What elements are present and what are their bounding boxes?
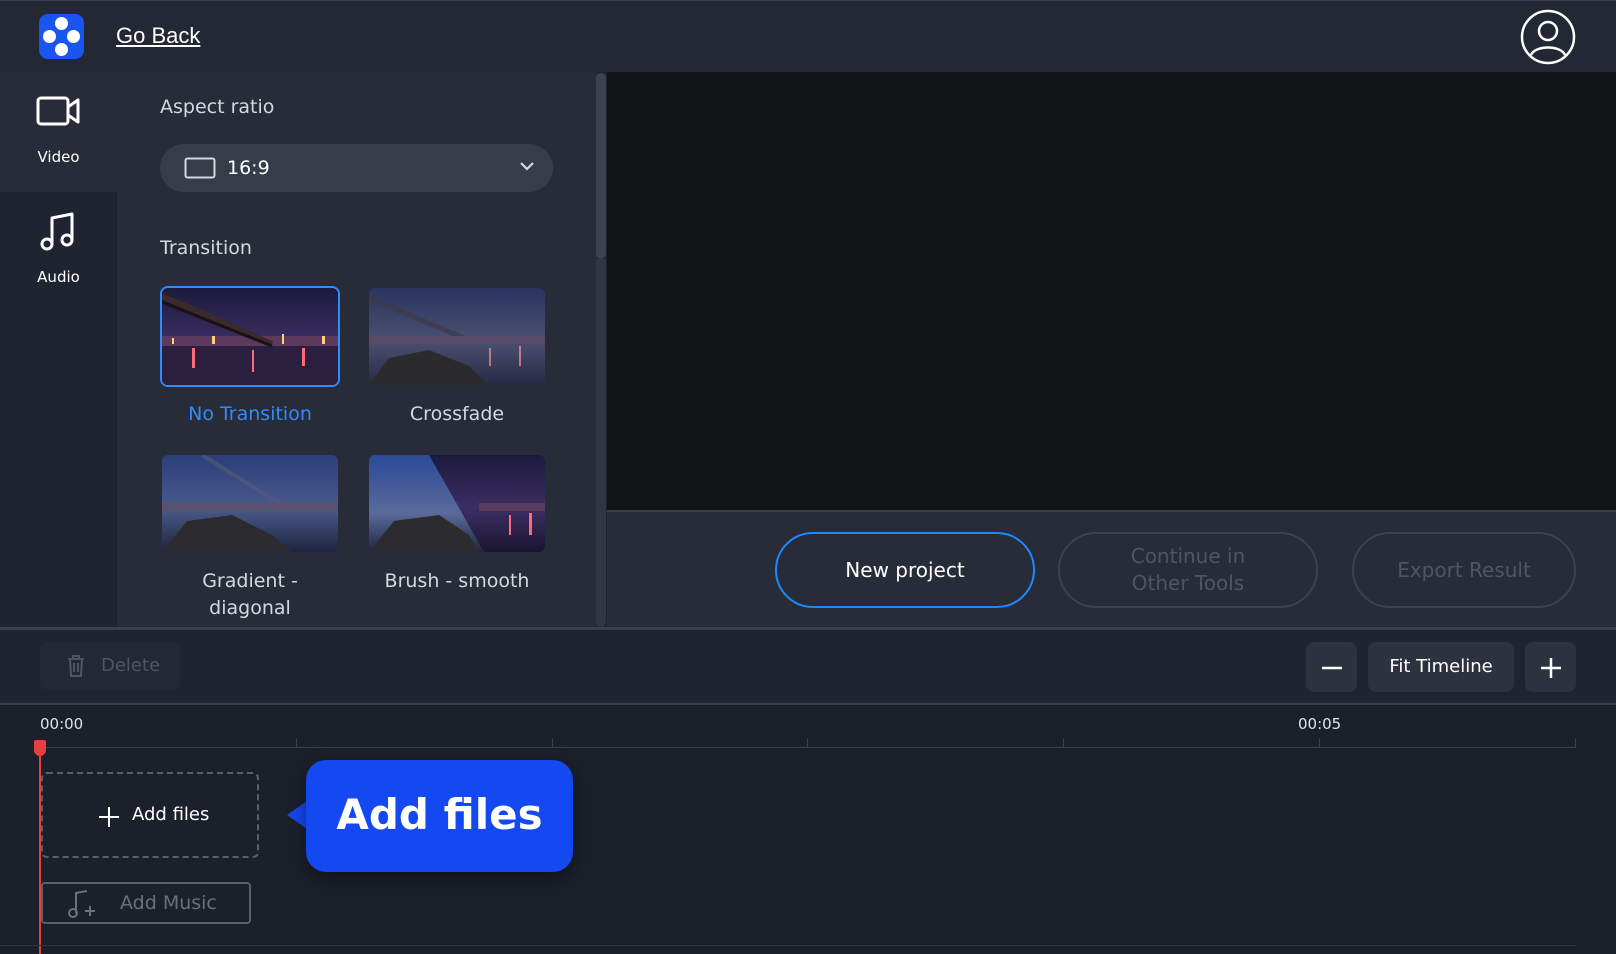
delete-button[interactable]: Delete <box>40 642 180 690</box>
ruler-tick <box>1319 738 1320 747</box>
time-label-start: 00:00 <box>40 715 84 733</box>
aspect-ratio-value: 16:9 <box>227 157 270 179</box>
add-files-tooltip: Add files <box>306 760 573 872</box>
timeline-ruler <box>40 747 1576 748</box>
ruler-tick <box>807 738 808 747</box>
panel-scrollbar-thumb[interactable] <box>596 73 606 259</box>
settings-panel: Aspect ratio 16:9 Transition No Transiti… <box>117 72 597 627</box>
chevron-down-icon <box>520 162 534 171</box>
add-files-label: Add files <box>132 804 210 825</box>
rail-item-audio[interactable]: Audio <box>0 192 117 312</box>
fit-timeline-label: Fit Timeline <box>1389 656 1493 677</box>
logo-dot <box>55 43 68 56</box>
logo-dot <box>55 17 68 30</box>
continue-other-tools-label: Continue in Other Tools <box>1130 544 1246 595</box>
transition-title: Transition <box>160 237 252 259</box>
transition-crossfade[interactable]: Crossfade <box>367 286 547 428</box>
add-music-icon <box>68 890 95 918</box>
export-result-label: Export Result <box>1397 557 1531 582</box>
add-music-label: Add Music <box>120 892 217 914</box>
transition-thumbnail <box>367 286 547 387</box>
transition-label: Brush - smooth <box>384 570 530 592</box>
plus-icon <box>99 807 119 827</box>
aspect-ratio-title: Aspect ratio <box>160 96 275 118</box>
top-header: Go Back <box>0 0 1616 72</box>
rail-label-audio: Audio <box>37 268 80 286</box>
transition-gradient-diagonal[interactable]: Gradient - diagonal <box>160 453 340 622</box>
video-camera-icon <box>36 96 80 126</box>
ruler-tick <box>1063 738 1064 747</box>
plus-icon <box>1541 658 1561 678</box>
user-account-icon[interactable] <box>1520 9 1576 65</box>
rail-label-video: Video <box>37 148 80 166</box>
video-preview <box>607 72 1616 510</box>
continue-other-tools-button[interactable]: Continue in Other Tools <box>1058 532 1318 608</box>
music-note-icon <box>40 212 74 251</box>
playhead-handle[interactable] <box>34 740 46 756</box>
transition-thumbnail <box>160 453 340 554</box>
action-bar: New project Continue in Other Tools Expo… <box>607 512 1616 627</box>
tooltip-arrow <box>287 801 307 829</box>
transition-thumbnail <box>160 286 340 387</box>
zoom-out-button[interactable] <box>1306 642 1357 692</box>
fit-timeline-button[interactable]: Fit Timeline <box>1368 642 1514 692</box>
minus-icon <box>1322 666 1342 670</box>
transition-label: No Transition <box>188 403 312 425</box>
ruler-tick <box>296 738 297 747</box>
logo-dot <box>43 30 56 43</box>
tooltip-label: Add files <box>336 790 543 839</box>
delete-label: Delete <box>101 655 161 676</box>
panel-scrollbar-rail <box>596 259 606 627</box>
aspect-ratio-select[interactable]: 16:9 <box>160 144 553 192</box>
timeline: 00:00 00:05 Add files Add Music Add file… <box>0 705 1616 954</box>
left-rail: Video Audio <box>0 72 117 627</box>
ruler-tick <box>1575 738 1576 747</box>
ruler-tick <box>552 738 553 747</box>
timeline-toolbar: Delete Fit Timeline <box>0 630 1616 704</box>
new-project-button[interactable]: New project <box>775 532 1035 608</box>
add-files-button[interactable]: Add files <box>41 772 259 858</box>
new-project-label: New project <box>845 557 965 582</box>
export-result-button[interactable]: Export Result <box>1352 532 1576 608</box>
transition-brush-smooth[interactable]: Brush - smooth <box>367 453 547 595</box>
app-logo[interactable] <box>39 14 84 59</box>
zoom-in-button[interactable] <box>1525 642 1576 692</box>
rail-item-video[interactable]: Video <box>0 72 117 192</box>
transition-no-transition[interactable]: No Transition <box>160 286 340 428</box>
transition-thumbnail <box>367 453 547 554</box>
logo-dot <box>67 30 80 43</box>
trash-icon <box>68 655 84 677</box>
aspect-ratio-icon <box>184 157 216 179</box>
go-back-link[interactable]: Go Back <box>116 23 200 49</box>
add-music-button[interactable]: Add Music <box>41 882 251 924</box>
time-label-mark: 00:05 <box>1298 715 1342 733</box>
timeline-bottom-line <box>0 945 1576 946</box>
transition-label: Gradient - diagonal <box>202 570 298 619</box>
transition-label: Crossfade <box>409 403 505 425</box>
